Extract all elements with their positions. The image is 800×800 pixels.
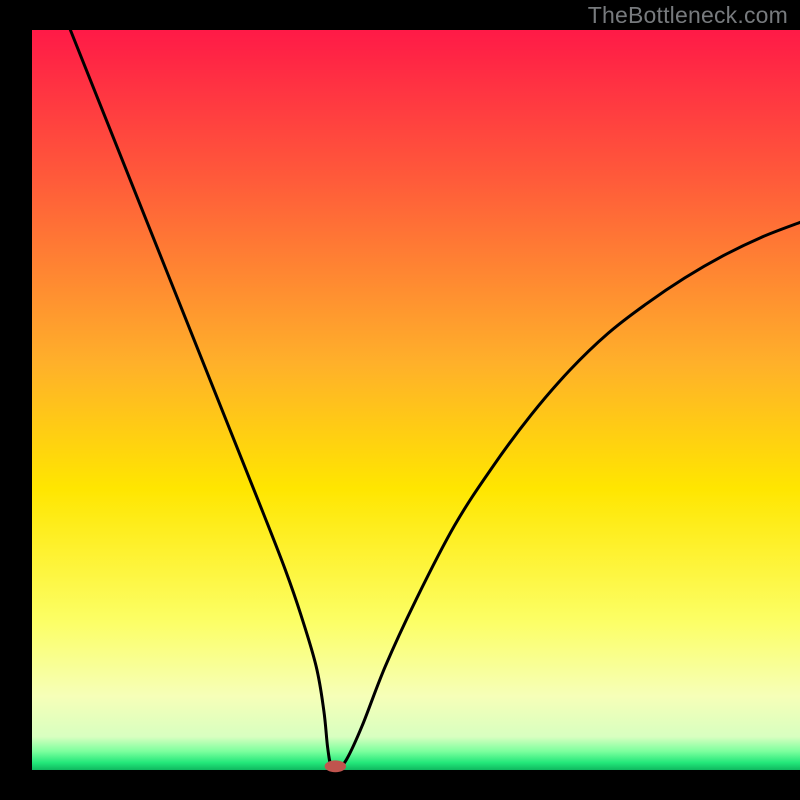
chart-container: { "watermark": "TheBottleneck.com", "cha… bbox=[0, 0, 800, 800]
bottleneck-chart bbox=[0, 0, 800, 800]
watermark-text: TheBottleneck.com bbox=[588, 2, 788, 29]
plot-area bbox=[32, 30, 800, 770]
optimal-point-marker bbox=[325, 760, 347, 772]
